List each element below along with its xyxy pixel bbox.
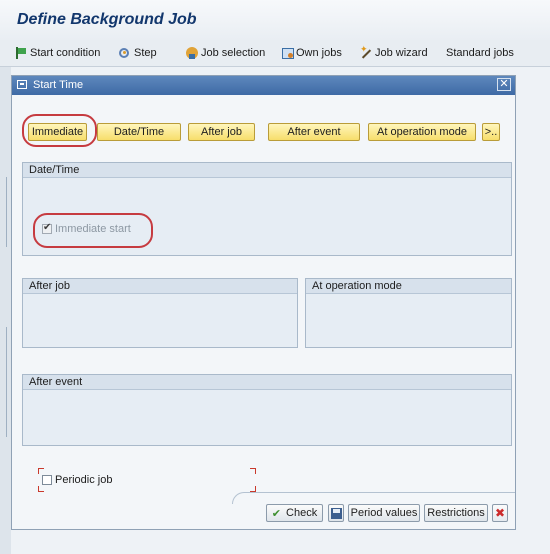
immediate-start-checkbox-row[interactable]: Immediate start [42,222,131,235]
after-event-group-title: After event [23,375,511,390]
job-wizard-button[interactable]: Job wizard [360,44,428,61]
periodic-job-label: Periodic job [55,474,113,486]
own-jobs-icon [281,47,294,59]
step-label: Step [134,47,157,59]
after-job-group: After job [22,278,298,348]
checkmark-icon: ✔ [271,507,282,520]
immediate-start-label: Immediate start [55,223,131,235]
cancel-button[interactable]: ✖ [492,504,508,522]
cancel-icon: ✖ [494,506,506,520]
save-button[interactable] [328,504,344,522]
datetime-button[interactable]: Date/Time [97,123,181,141]
at-operation-mode-group-title: At operation mode [306,279,511,294]
datetime-group: Date/Time [22,162,512,256]
more-options-button[interactable]: >.. [482,123,500,141]
at-operation-mode-button[interactable]: At operation mode [368,123,476,141]
footer-divider [232,492,515,504]
after-job-group-title: After job [23,279,297,294]
focus-corner [250,468,256,474]
background-line [6,177,7,247]
step-button[interactable]: Step [119,45,157,61]
background-line [6,387,7,437]
background-screen [0,67,11,554]
after-job-button[interactable]: After job [188,123,255,141]
immediate-start-checkbox[interactable] [42,222,52,234]
start-condition-label: Start condition [30,47,101,59]
immediate-button[interactable]: Immediate [28,123,87,141]
background-line [6,327,7,387]
standard-jobs-button[interactable]: Standard jobs [446,45,514,61]
dialog-title: Start Time [33,79,84,91]
after-event-button[interactable]: After event [268,123,360,141]
start-condition-button[interactable]: Start condition [15,45,100,61]
job-wizard-label: Job wizard [375,47,428,59]
periodic-job-checkbox-row[interactable]: Periodic job [42,474,112,486]
focus-corner [38,486,44,492]
wizard-icon [360,44,372,59]
periodic-job-checkbox[interactable] [42,475,52,485]
save-icon [330,507,342,519]
check-button[interactable]: ✔ Check [266,504,323,522]
datetime-group-title: Date/Time [23,163,511,178]
own-jobs-button[interactable]: Own jobs [281,45,342,61]
application-toolbar: Start condition Step Job selection Own j… [0,40,550,67]
job-selection-label: Job selection [201,47,266,59]
after-event-group: After event [22,374,512,446]
period-values-button[interactable]: Period values [348,504,420,522]
close-icon[interactable]: ✕ [497,78,511,91]
restrictions-button[interactable]: Restrictions [424,504,488,522]
own-jobs-label: Own jobs [296,47,342,59]
start-time-dialog: Start Time ✕ Immediate Date/Time After j… [11,75,516,530]
at-operation-mode-group: At operation mode [305,278,512,348]
job-selection-icon [186,47,198,59]
step-icon [119,47,131,59]
dialog-window-icon [17,80,27,89]
window-title-bar: Define Background Job [0,0,550,40]
dialog-title-bar: Start Time ✕ [12,76,515,95]
flag-icon [15,47,27,59]
job-selection-button[interactable]: Job selection [186,45,265,61]
check-label: Check [286,507,318,519]
window-title: Define Background Job [17,11,197,28]
standard-jobs-label: Standard jobs [446,47,514,59]
